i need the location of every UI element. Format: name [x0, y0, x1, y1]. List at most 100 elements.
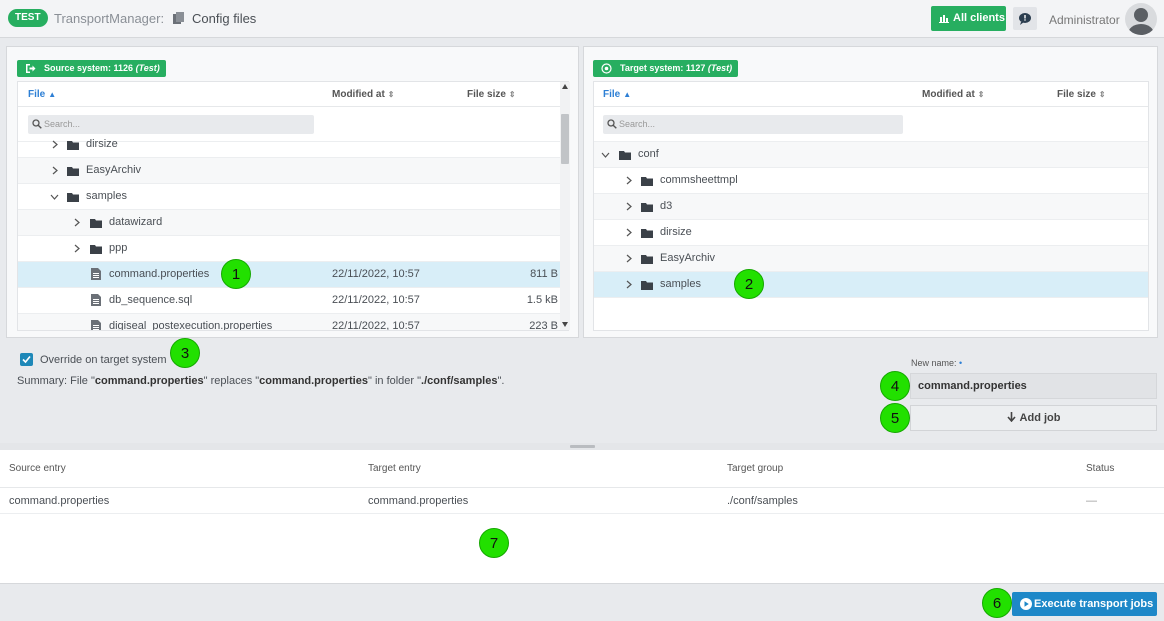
override-checkbox[interactable] — [20, 353, 33, 366]
row-name: samples — [86, 190, 127, 202]
sign-out-icon — [26, 64, 36, 73]
table-row[interactable]: EasyArchiv — [18, 158, 568, 184]
source-column-file[interactable]: File ▲ — [28, 89, 56, 100]
table-row[interactable]: dirsize — [18, 132, 568, 158]
annotation-marker-3: 3 — [170, 338, 200, 368]
table-row-selected[interactable]: command.properties 22/11/2022, 10:57 811… — [18, 262, 568, 288]
chevron-right-icon[interactable] — [72, 218, 81, 227]
chevron-right-icon[interactable] — [624, 254, 633, 263]
table-row[interactable]: EasyArchiv — [594, 246, 1148, 272]
add-job-label: Add job — [1019, 412, 1061, 424]
table-row[interactable]: commsheettmpl — [594, 168, 1148, 194]
summary-source-file: command.properties — [94, 375, 204, 387]
scroll-thumb[interactable] — [561, 114, 569, 164]
app-header: TEST TransportManager: Config files All … — [0, 0, 1164, 38]
row-name: samples — [660, 278, 701, 290]
source-scrollbar[interactable] — [560, 82, 570, 330]
new-name-label: New name: • — [911, 358, 962, 368]
table-row-selected[interactable]: samples — [594, 272, 1148, 298]
table-row[interactable]: datawizard — [18, 210, 568, 236]
table-row[interactable]: d3 — [594, 194, 1148, 220]
table-row[interactable]: conf — [594, 142, 1148, 168]
target-search-row: Search... — [594, 107, 1148, 142]
column-status[interactable]: Status — [1086, 463, 1114, 474]
user-avatar[interactable] — [1125, 3, 1157, 35]
target-column-modified[interactable]: Modified at ⇕ — [922, 89, 984, 100]
cell-status: — — [1086, 495, 1097, 507]
chevron-down-icon[interactable] — [50, 192, 59, 201]
table-row[interactable]: command.properties command.properties ./… — [0, 488, 1164, 514]
chevron-right-icon[interactable] — [624, 228, 633, 237]
folder-icon — [641, 281, 653, 290]
chevron-right-icon[interactable] — [50, 166, 59, 175]
row-modified: 22/11/2022, 10:57 — [332, 268, 420, 280]
new-name-label-text: New name: — [911, 358, 957, 368]
target-grid-header: File ▲ Modified at ⇕ File size ⇕ — [594, 82, 1148, 107]
jobs-table: Source entry Target entry Target group S… — [0, 450, 1164, 584]
source-column-size[interactable]: File size ⇕ — [467, 89, 516, 100]
search-icon — [607, 119, 617, 129]
chevron-down-icon[interactable] — [601, 150, 610, 159]
source-column-modified[interactable]: Modified at ⇕ — [332, 89, 394, 100]
table-row[interactable]: db_sequence.sql 22/11/2022, 10:57 1.5 kB — [18, 288, 568, 314]
target-file-grid: File ▲ Modified at ⇕ File size ⇕ Search... … — [593, 81, 1149, 331]
file-icon — [91, 320, 101, 330]
source-system-label: Source system: 1126 — [44, 63, 134, 73]
table-row[interactable]: digiseal_postexecution.properties 22/11/… — [18, 314, 568, 331]
summary-part: Summary: File " — [17, 375, 95, 387]
chevron-right-icon[interactable] — [624, 176, 633, 185]
sort-icon: ⇕ — [977, 90, 985, 99]
table-row[interactable]: dirsize — [594, 220, 1148, 246]
sort-icon: ⇕ — [508, 90, 516, 99]
cell-source-entry: command.properties — [9, 495, 110, 507]
annotation-marker-4: 4 — [880, 371, 910, 401]
execute-transport-jobs-button[interactable]: Execute transport jobs — [1012, 592, 1157, 616]
app-title: TransportManager: — [54, 11, 165, 26]
splitter-handle[interactable] — [570, 445, 595, 448]
chevron-right-icon[interactable] — [50, 140, 59, 149]
environment-badge: TEST — [8, 9, 48, 27]
row-name: command.properties — [109, 268, 210, 280]
target-column-file[interactable]: File ▲ — [603, 89, 631, 100]
target-system-badge: Target system: 1127 (Test) — [593, 60, 739, 77]
column-target-group[interactable]: Target group — [727, 463, 783, 474]
arrow-down-icon — [1006, 412, 1016, 422]
folder-icon — [641, 255, 653, 264]
column-source-entry[interactable]: Source entry — [9, 463, 66, 474]
annotation-marker-2: 2 — [734, 269, 764, 299]
chevron-right-icon[interactable] — [624, 280, 633, 289]
add-job-button[interactable]: Add job — [910, 405, 1157, 431]
page-title: Config files — [192, 11, 257, 26]
resize-splitter[interactable] — [0, 443, 1164, 450]
feedback-button[interactable] — [1013, 7, 1037, 30]
folder-icon — [641, 203, 653, 212]
folder-open-icon — [619, 151, 631, 160]
annotation-marker-5: 5 — [880, 403, 910, 433]
all-clients-button[interactable]: All clients — [931, 6, 1006, 31]
column-target-entry[interactable]: Target entry — [368, 463, 421, 474]
override-label[interactable]: Override on target system — [40, 354, 167, 366]
folder-icon — [67, 167, 79, 176]
folder-icon — [67, 141, 79, 150]
chevron-right-icon[interactable] — [72, 244, 81, 253]
scroll-up-arrow-icon[interactable] — [562, 84, 568, 89]
scroll-down-arrow-icon[interactable] — [562, 322, 568, 327]
table-row[interactable]: samples — [18, 184, 568, 210]
target-search-input[interactable]: Search... — [603, 115, 903, 134]
target-system-label: Target system: 1127 — [620, 63, 706, 73]
row-modified: 22/11/2022, 10:57 — [332, 320, 420, 331]
new-name-input[interactable]: command.properties — [910, 373, 1157, 399]
row-modified: 22/11/2022, 10:57 — [332, 294, 420, 306]
chevron-right-icon[interactable] — [624, 202, 633, 211]
file-icon — [91, 294, 101, 306]
table-row[interactable]: ppp — [18, 236, 568, 262]
target-column-size[interactable]: File size ⇕ — [1057, 89, 1106, 100]
source-system-badge: Source system: 1126 (Test) — [17, 60, 166, 77]
summary-folder: ./conf/samples — [421, 375, 498, 387]
row-name: commsheettmpl — [660, 174, 738, 186]
row-name: db_sequence.sql — [109, 294, 193, 306]
row-name: d3 — [660, 200, 673, 212]
user-name: Administrator — [1049, 13, 1120, 27]
row-name: conf — [638, 148, 659, 160]
documents-icon — [173, 12, 184, 24]
